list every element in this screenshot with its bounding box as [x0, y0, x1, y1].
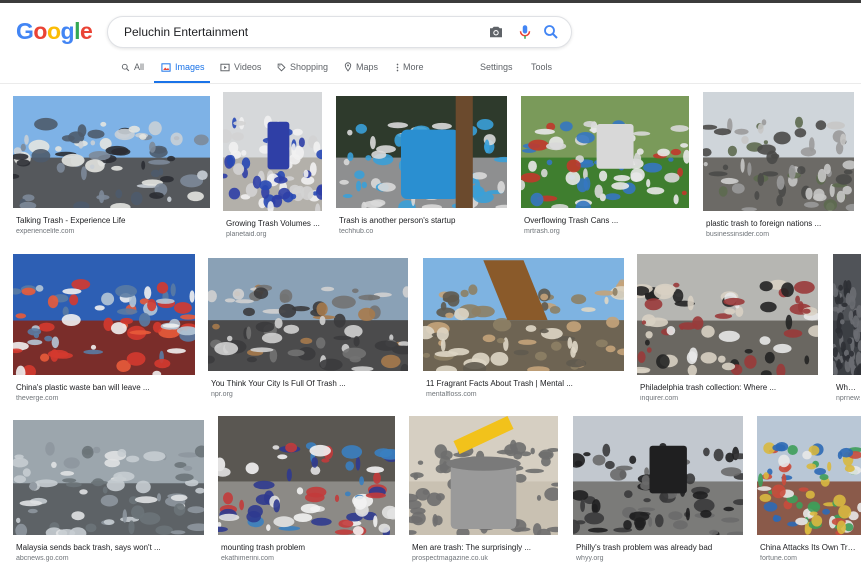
result-title[interactable]: plastic trash to foreign nations ...: [706, 219, 853, 228]
result-title[interactable]: Philly's trash problem was already bad: [576, 543, 742, 552]
image-result-card[interactable]: plastic trash to foreign nations ... busi…: [703, 92, 858, 245]
image-result-card[interactable]: Philadelphia trash collection: Where ...…: [637, 254, 822, 409]
result-source: mentalfloss.com: [426, 391, 477, 398]
image-result-card[interactable]: Philly's trash problem was already bad wh…: [573, 416, 747, 569]
result-thumbnail[interactable]: [637, 254, 818, 375]
image-result-card[interactable]: Men are trash: The surprisingly ... prosp…: [409, 416, 562, 569]
result-thumbnail[interactable]: [703, 92, 854, 211]
image-result-card[interactable]: When M... nprnews...: [833, 254, 861, 409]
image-result-card[interactable]: Trash is another person's startup techhub…: [336, 96, 511, 242]
tab-label: More: [403, 62, 424, 72]
result-thumbnail[interactable]: [13, 96, 210, 208]
result-thumbnail[interactable]: [423, 258, 624, 371]
search-input[interactable]: [122, 21, 466, 43]
result-thumbnail[interactable]: [218, 416, 395, 535]
tab-label: Videos: [234, 62, 262, 72]
result-thumbnail[interactable]: [573, 416, 743, 535]
tab-label: All: [134, 62, 145, 72]
result-source: abcnews.go.com: [16, 555, 69, 562]
result-thumbnail[interactable]: [223, 92, 322, 211]
settings-link[interactable]: Settings: [480, 62, 513, 72]
logo-letter: e: [79, 18, 93, 44]
window-top-bar: [0, 0, 861, 3]
tab-label: Maps: [356, 62, 379, 72]
logo-letter: G: [16, 18, 34, 44]
result-title[interactable]: China's plastic waste ban will leave ...: [16, 383, 194, 392]
image-result-card[interactable]: You Think Your City Is Full Of Trash ...…: [208, 258, 412, 405]
search-icon: [121, 63, 130, 71]
image-result-card[interactable]: China's plastic waste ban will leave ...…: [13, 254, 199, 409]
result-source: businessinsider.com: [706, 231, 770, 238]
tab-all[interactable]: All: [121, 62, 144, 72]
search-icon[interactable]: [542, 23, 560, 41]
result-thumbnail[interactable]: [336, 96, 507, 208]
result-thumbnail[interactable]: [13, 254, 195, 375]
result-title[interactable]: mounting trash problem: [221, 543, 394, 552]
result-title[interactable]: 11 Fragrant Facts About Trash | Mental .…: [426, 379, 623, 388]
result-source: nprnews...: [836, 395, 860, 402]
logo-letter: o: [33, 18, 47, 44]
search-tabs: All Images Videos Shopping Maps More Set…: [0, 58, 861, 83]
result-title[interactable]: Overflowing Trash Cans ...: [524, 216, 688, 225]
header-divider: [0, 83, 861, 84]
tab-more[interactable]: More: [396, 62, 424, 72]
result-thumbnail[interactable]: [757, 416, 861, 535]
result-thumbnail[interactable]: [521, 96, 689, 208]
result-thumbnail[interactable]: [833, 254, 861, 375]
image-result-card[interactable]: Talking Trash - Experience Life experienc…: [13, 96, 214, 242]
tab-label: Shopping: [290, 62, 329, 72]
result-source: theverge.com: [16, 395, 59, 402]
result-title[interactable]: Trash is another person's startup: [339, 216, 506, 225]
result-source: fortune.com: [760, 555, 797, 562]
image-result-card[interactable]: Malaysia sends back trash, says won't ..…: [13, 420, 208, 569]
result-source: mrtrash.org: [524, 228, 560, 235]
tools-label: Tools: [531, 62, 553, 72]
result-thumbnail[interactable]: [409, 416, 558, 535]
microphone-icon[interactable]: [516, 23, 534, 41]
result-source: npr.org: [211, 391, 233, 398]
image-result-card[interactable]: Overflowing Trash Cans ... mrtrash.org: [521, 96, 693, 242]
tag-icon: [277, 63, 286, 72]
result-source: experiencelife.com: [16, 228, 75, 235]
more-icon: [396, 63, 399, 71]
result-source: whyy.org: [576, 555, 604, 562]
result-title[interactable]: Philadelphia trash collection: Where ...: [640, 383, 817, 392]
tools-link[interactable]: Tools: [531, 62, 552, 72]
logo-letter: o: [46, 18, 61, 44]
result-title[interactable]: Malaysia sends back trash, says won't ..…: [16, 543, 203, 552]
tab-maps[interactable]: Maps: [344, 62, 378, 72]
result-title[interactable]: Talking Trash - Experience Life: [16, 216, 209, 225]
video-icon: [220, 63, 230, 71]
result-title[interactable]: You Think Your City Is Full Of Trash ...: [211, 379, 407, 388]
tab-videos[interactable]: Videos: [220, 62, 261, 72]
image-result-card[interactable]: 11 Fragrant Facts About Trash | Mental .…: [423, 258, 628, 405]
result-source: ekathimerini.com: [221, 555, 274, 562]
image-icon: [161, 62, 171, 72]
tab-shopping[interactable]: Shopping: [277, 62, 328, 72]
result-source: inquirer.com: [640, 395, 679, 402]
result-title[interactable]: Growing Trash Volumes ...: [226, 219, 321, 228]
camera-icon[interactable]: [487, 23, 505, 41]
result-thumbnail[interactable]: [13, 420, 204, 535]
google-logo[interactable]: Google: [16, 18, 93, 45]
search-box[interactable]: [107, 16, 572, 48]
result-source: prospectmagazine.co.uk: [412, 555, 488, 562]
result-title[interactable]: When M...: [836, 383, 860, 392]
image-result-card[interactable]: mounting trash problem ekathimerini.com: [218, 416, 399, 569]
result-title[interactable]: Men are trash: The surprisingly ...: [412, 543, 557, 552]
tab-label: Images: [175, 62, 205, 72]
map-pin-icon: [344, 62, 352, 72]
result-thumbnail[interactable]: [208, 258, 408, 371]
image-result-card[interactable]: China Attacks Its Own Trash ... fortune.c…: [757, 416, 861, 569]
image-result-card[interactable]: Growing Trash Volumes ... planetaid.org: [223, 92, 326, 245]
result-title[interactable]: China Attacks Its Own Trash ...: [760, 543, 860, 552]
logo-letter: g: [60, 18, 75, 44]
result-source: techhub.co: [339, 228, 374, 235]
settings-label: Settings: [480, 62, 513, 72]
tab-images[interactable]: Images: [161, 62, 205, 72]
result-source: planetaid.org: [226, 231, 267, 238]
